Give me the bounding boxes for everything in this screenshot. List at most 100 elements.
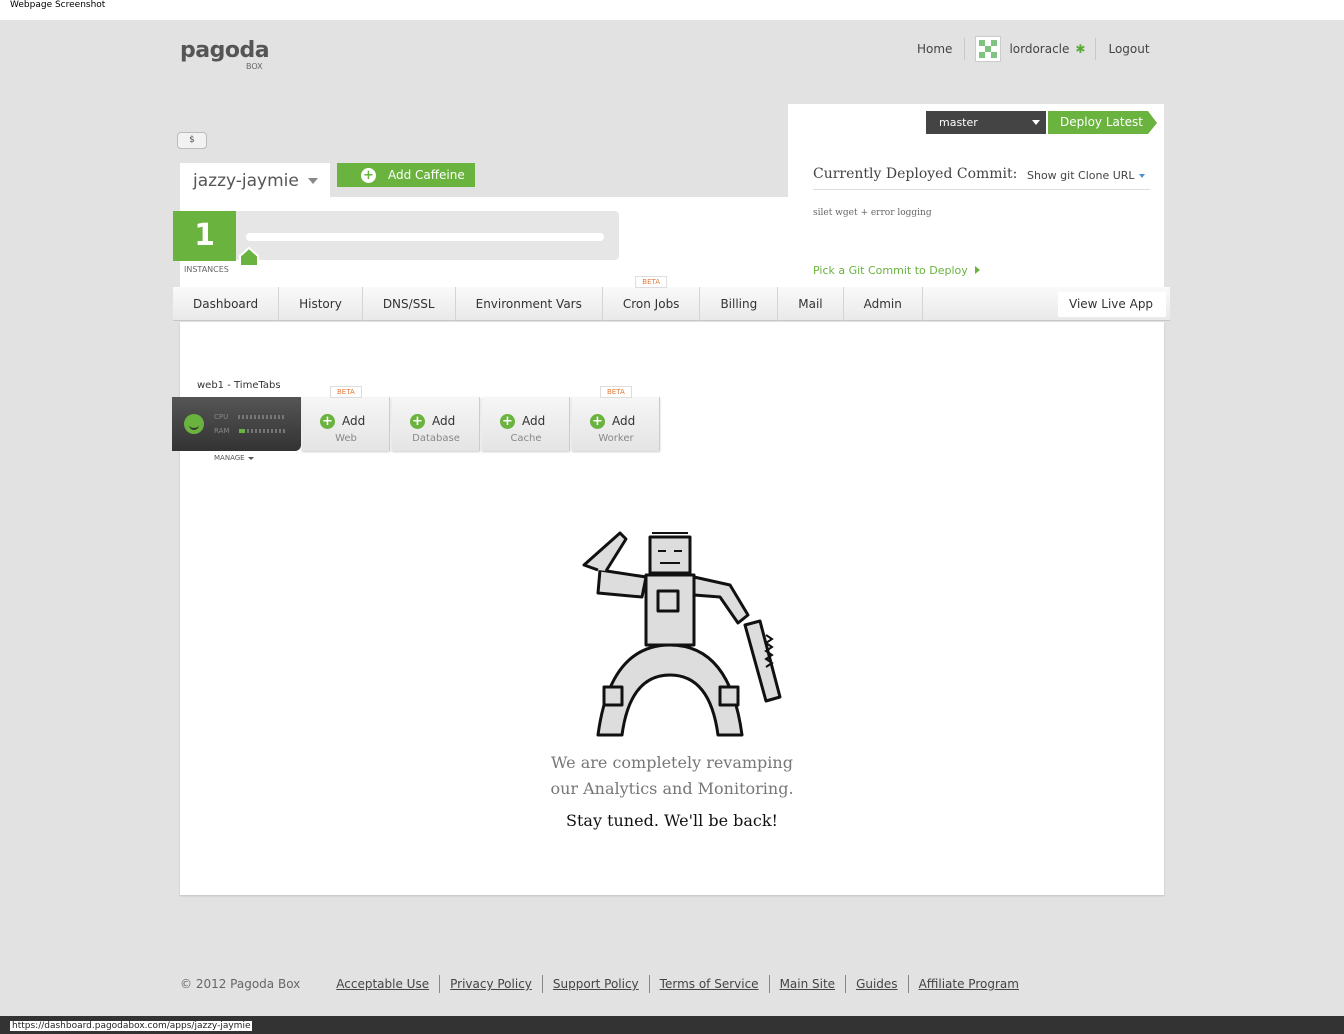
chevron-down-icon <box>308 178 318 184</box>
arrow-right-icon <box>974 266 980 274</box>
tab-label: Mail <box>798 297 823 311</box>
chevron-down-icon <box>247 456 254 460</box>
plus-icon: + <box>361 167 376 183</box>
commit-message: silet wget + error logging <box>813 208 932 218</box>
footer-link-privacy-policy[interactable]: Privacy Policy <box>439 975 542 993</box>
footer-link-terms-of-service[interactable]: Terms of Service <box>648 975 769 993</box>
add-caffeine-label: Add Caffeine <box>388 168 465 182</box>
billing-dollar-button[interactable]: $ <box>177 132 207 149</box>
tab-dashboard[interactable]: Dashboard <box>173 287 280 321</box>
tab-history[interactable]: History <box>279 287 363 321</box>
plus-icon: + <box>590 414 605 429</box>
tab-label: Environment Vars <box>475 297 582 311</box>
cpu-dots <box>238 415 287 419</box>
add-caffeine-button[interactable]: + Add Caffeine <box>337 163 475 187</box>
plus-icon: + <box>500 414 515 429</box>
robot-illustration-icon <box>582 531 782 737</box>
stay-tuned-message: Stay tuned. We'll be back! <box>566 811 778 830</box>
ram-label: RAM <box>214 427 230 435</box>
branch-value: master <box>939 116 978 129</box>
instances-label: INSTANCES <box>184 265 229 274</box>
view-live-label: View Live App <box>1069 297 1154 311</box>
git-clone-label: Show git Clone URL <box>1027 169 1135 182</box>
username-link[interactable]: lordoracle <box>1009 42 1069 56</box>
branch-select[interactable]: master <box>926 111 1046 134</box>
add-sublabel: Cache <box>510 433 542 444</box>
gear-icon[interactable]: ✱ <box>1075 42 1085 56</box>
logout-link[interactable]: Logout <box>1096 42 1161 56</box>
tab-label: DNS/SSL <box>382 297 435 311</box>
main-tab-bar: Dashboard History DNS/SSL Environment Va… <box>173 276 1170 321</box>
add-sublabel: Database <box>412 433 460 444</box>
add-label: Add <box>612 414 636 428</box>
component-label: web1 - TimeTabs <box>197 380 281 391</box>
home-link[interactable]: Home <box>905 42 964 56</box>
smiley-status-icon <box>184 414 204 434</box>
tab-environment-vars[interactable]: Environment Vars <box>456 287 603 321</box>
app-selector[interactable]: jazzy-jaymie <box>180 163 330 199</box>
deploy-latest-button[interactable]: Deploy Latest <box>1048 111 1157 134</box>
instance-count: 1 <box>173 211 236 261</box>
beta-badge: BETA <box>635 276 668 288</box>
beta-badge: BETA <box>330 386 362 398</box>
status-url: https://dashboard.pagodabox.com/apps/jaz… <box>10 1021 253 1031</box>
ram-dots <box>239 429 288 433</box>
tab-label: Billing <box>720 297 758 311</box>
footer-link-acceptable-use[interactable]: Acceptable Use <box>336 975 439 993</box>
cpu-meter: CPU <box>214 413 287 421</box>
footer-link-affiliate-program[interactable]: Affiliate Program <box>907 975 1029 993</box>
screenshot-title-bar: Webpage Screenshot <box>0 0 1344 20</box>
beta-badge: BETA <box>600 386 632 398</box>
slider-handle[interactable] <box>238 246 260 268</box>
add-worker-button[interactable]: BETA + Add Worker <box>572 386 660 451</box>
tab-label: Admin <box>863 297 902 311</box>
footer: © 2012 Pagoda Box Acceptable Use Privacy… <box>180 975 1029 993</box>
cpu-label: CPU <box>214 413 229 421</box>
add-sublabel: Worker <box>598 433 634 444</box>
avatar[interactable] <box>975 36 1002 62</box>
tab-billing[interactable]: Billing <box>700 287 779 321</box>
logo-text: pagoda <box>180 38 270 63</box>
instance-slider[interactable] <box>236 211 619 260</box>
manage-dropdown[interactable]: MANAGE <box>214 454 254 462</box>
plus-icon: + <box>320 414 335 429</box>
footer-link-main-site[interactable]: Main Site <box>768 975 846 993</box>
screenshot-title: Webpage Screenshot <box>10 0 106 10</box>
web1-component[interactable]: CPU RAM <box>172 397 301 451</box>
divider <box>813 189 1150 190</box>
ram-meter: RAM <box>214 427 288 435</box>
add-sublabel: Web <box>335 433 357 444</box>
tab-label: History <box>299 297 342 311</box>
plus-icon: + <box>410 414 425 429</box>
tab-dns-ssl[interactable]: DNS/SSL <box>363 287 456 321</box>
tab-admin[interactable]: Admin <box>844 287 923 321</box>
add-label: Add <box>522 414 546 428</box>
show-git-clone-link[interactable]: Show git Clone URL <box>1027 169 1145 182</box>
tab-cron-jobs[interactable]: BETA Cron Jobs <box>603 276 701 321</box>
logo-subtext: BOX <box>246 62 263 71</box>
add-label: Add <box>342 414 366 428</box>
footer-link-support-policy[interactable]: Support Policy <box>541 975 649 993</box>
add-web-button[interactable]: BETA + Add Web <box>302 386 390 451</box>
app-name: jazzy-jaymie <box>193 171 299 191</box>
footer-link-guides[interactable]: Guides <box>845 975 908 993</box>
current-commit-label: Currently Deployed Commit: <box>813 166 1018 182</box>
pagoda-box-logo[interactable]: pagoda BOX <box>180 38 270 71</box>
status-bar: https://dashboard.pagodabox.com/apps/jaz… <box>0 1016 1344 1034</box>
manage-label: MANAGE <box>214 454 245 462</box>
nav-divider <box>964 38 966 60</box>
add-label: Add <box>432 414 456 428</box>
view-live-app-button[interactable]: View Live App <box>1058 292 1166 333</box>
add-cache-button[interactable]: + Add Cache <box>482 397 570 451</box>
slider-track <box>246 233 604 241</box>
pick-commit-label: Pick a Git Commit to Deploy <box>813 264 968 277</box>
add-database-button[interactable]: + Add Database <box>392 397 480 451</box>
revamp-message: We are completely revamping our Analytic… <box>550 753 794 798</box>
top-navigation: Home lordoracle ✱ Logout <box>905 36 1162 62</box>
tab-label: Cron Jobs <box>622 297 680 311</box>
tab-mail[interactable]: Mail <box>778 287 844 321</box>
chevron-down-icon <box>1138 174 1145 178</box>
copyright: © 2012 Pagoda Box <box>180 977 301 991</box>
tab-label: Dashboard <box>193 297 259 311</box>
pick-commit-link[interactable]: Pick a Git Commit to Deploy <box>813 264 980 277</box>
